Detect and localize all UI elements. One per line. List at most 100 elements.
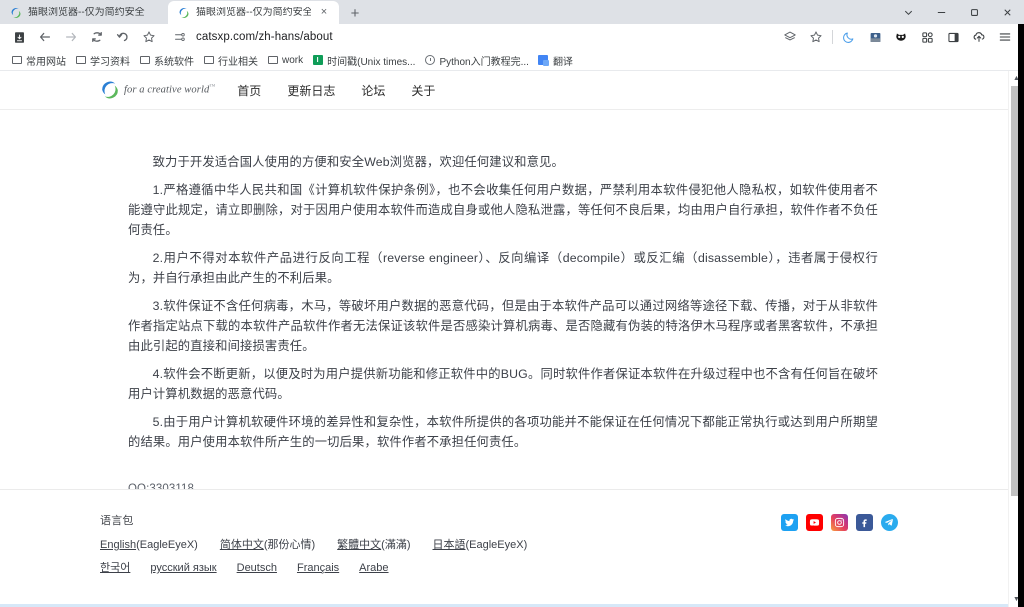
catsxp-logo-icon [178,7,190,19]
nav-item-changelog[interactable]: 更新日志 [287,82,335,99]
dark-mode-moon-icon[interactable] [836,25,862,49]
cat-face-icon[interactable] [888,25,914,49]
language-link-korean[interactable]: 한국어 [100,559,130,575]
folder-icon [139,55,150,66]
toolbar-right-icons [777,25,1018,49]
contact-block: QQ:3303118 Email:3303118@qq.com [128,480,878,489]
term-paragraph-3: 3.软件保证不含任何病毒，木马，等破坏用户数据的恶意代码，但是由于本软件产品可以… [128,299,878,353]
site-logo[interactable]: for a creative world™ [100,80,215,100]
site-header: for a creative world™ 首页 更新日志 论坛 关于 [0,71,1008,110]
term-paragraph-1: 1.严格遵循中华人民共和国《计算机软件保护条例》，也不会收集任何用户数据，严禁利… [128,183,878,237]
bookmark-label: 系统软件 [154,56,194,68]
term-paragraph-2: 2.用户不得对本软件产品进行反向工程（reverse engineer）、反向编… [128,251,878,285]
chevron-down-icon[interactable] [892,0,925,24]
window-controls [892,0,1024,24]
tab-strip: 猫眼浏览器--仅为简约安全 猫眼浏览器--仅为简约安全 × + [0,0,1024,24]
bookmark-label: 学习资料 [90,56,130,68]
apps-grid-icon[interactable] [914,25,940,49]
youtube-icon[interactable] [806,514,823,531]
cloud-upload-icon[interactable] [966,25,992,49]
bookmark-item[interactable]: I 时间戳(Unix times... [309,51,421,69]
bookmark-item[interactable]: 行业相关 [200,51,264,69]
browser-tab-1[interactable]: 猫眼浏览器--仅为简约安全 [0,1,168,24]
scroll-up-arrow-icon[interactable]: ▲ [1009,71,1024,86]
undo-icon[interactable] [110,25,136,49]
trademark-symbol: ™ [209,84,216,91]
menu-hamburger-icon[interactable] [992,25,1018,49]
new-tab-button[interactable]: + [343,2,367,24]
side-panel-icon[interactable] [940,25,966,49]
nav-item-home[interactable]: 首页 [237,82,261,99]
minimize-icon[interactable] [925,0,958,24]
term-paragraph-5: 5.由于用户计算机软硬件环境的差异性和复杂性，本软件所提供的各项功能并不能保证在… [128,415,878,449]
folder-icon [267,55,278,66]
bookmark-label: 时间戳(Unix times... [327,56,416,68]
address-bar[interactable]: catsxp.com/zh-hans/about [166,26,777,48]
clock-circle-icon [424,55,435,66]
forward-icon[interactable] [58,25,84,49]
twitter-icon[interactable] [781,514,798,531]
site-footer: 语言包 English(EagleEyeX) 简体中文(那份心情) 繁體中文(滿… [0,489,1008,607]
language-row-2: 한국어 русский язык Deutsch Français Arabe [100,559,1008,575]
bookmark-item[interactable]: work [264,51,309,69]
language-link-german[interactable]: Deutsch [237,562,277,574]
folder-icon [11,55,22,66]
bookmark-item[interactable]: 翻译 [535,51,579,69]
folder-icon [75,55,86,66]
bookmark-label: 翻译 [552,56,573,68]
translate-icon [538,55,550,66]
bookmarks-bar: 常用网站 学习资料 系统软件 行业相关 work I 时间戳(Unix time… [0,50,1024,71]
instagram-icon[interactable] [831,514,848,531]
contact-qq: QQ:3303118 [128,483,195,489]
language-link-simplified-chinese[interactable]: 简体中文(那份心情) [220,536,315,552]
scrollbar-track[interactable] [1009,86,1024,592]
close-icon[interactable] [991,0,1024,24]
bookmark-label: Python入门教程完... [439,56,529,68]
star-icon[interactable] [803,25,829,49]
bookmark-star-icon[interactable] [136,25,162,49]
language-link-traditional-chinese[interactable]: 繁體中文(滿滿) [337,536,410,552]
bookmark-label: 常用网站 [26,56,66,68]
site-nav: 首页 更新日志 论坛 关于 [237,82,435,99]
tab-title: 猫眼浏览器--仅为简约安全 [28,6,145,18]
browser-window: 猫眼浏览器--仅为简约安全 猫眼浏览器--仅为简约安全 × + catsxp.c… [0,0,1024,607]
site-settings-icon[interactable] [172,25,188,49]
reload-icon[interactable] [84,25,110,49]
telegram-icon[interactable] [881,514,898,531]
web-page: for a creative world™ 首页 更新日志 论坛 关于 致力于开… [0,71,1013,607]
app-launcher-icon[interactable] [6,25,32,49]
language-link-english[interactable]: English(EagleEyeX) [100,539,198,551]
browser-tab-2-active[interactable]: 猫眼浏览器--仅为简约安全 × [168,1,339,24]
green-sheet-icon: I [312,55,323,66]
scrollbar-thumb[interactable] [1011,86,1022,496]
bookmark-item[interactable]: 学习资料 [72,51,136,69]
catsxp-logo-icon [100,80,120,100]
language-link-french[interactable]: Français [297,562,339,574]
catsxp-logo-icon [10,7,22,19]
url-text[interactable]: catsxp.com/zh-hans/about [196,31,333,43]
bookmark-item[interactable]: 系统软件 [136,51,200,69]
language-row-1: English(EagleEyeX) 简体中文(那份心情) 繁體中文(滿滿) 日… [100,536,1008,552]
intro-paragraph: 致力于开发适合国人使用的方便和安全Web浏览器，欢迎任何建议和意见。 [152,155,564,169]
bookmark-item[interactable]: 常用网站 [8,51,72,69]
brand-tagline: for a creative world™ [124,84,216,96]
bookmark-item[interactable]: Python入门教程完... [421,51,534,69]
language-link-japanese[interactable]: 日本語(EagleEyeX) [433,536,528,552]
maximize-icon[interactable] [958,0,991,24]
page-scrollbar[interactable]: ▲ ▼ [1008,71,1024,607]
nav-item-forum[interactable]: 论坛 [361,82,385,99]
screenshot-icon[interactable] [862,25,888,49]
facebook-icon[interactable] [856,514,873,531]
nav-item-about[interactable]: 关于 [411,82,435,99]
back-icon[interactable] [32,25,58,49]
about-content: 致力于开发适合国人使用的方便和安全Web浏览器，欢迎任何建议和意见。 1.严格遵… [0,110,1008,489]
page-viewport: for a creative world™ 首页 更新日志 论坛 关于 致力于开… [0,71,1024,607]
layers-icon[interactable] [777,25,803,49]
close-icon[interactable]: × [317,6,331,20]
scroll-down-arrow-icon[interactable]: ▼ [1009,592,1024,607]
bookmark-label: work [282,54,304,66]
social-links [781,514,898,531]
language-link-arabic[interactable]: Arabe [359,562,388,574]
language-link-russian[interactable]: русский язык [150,562,216,574]
folder-icon [203,55,214,66]
